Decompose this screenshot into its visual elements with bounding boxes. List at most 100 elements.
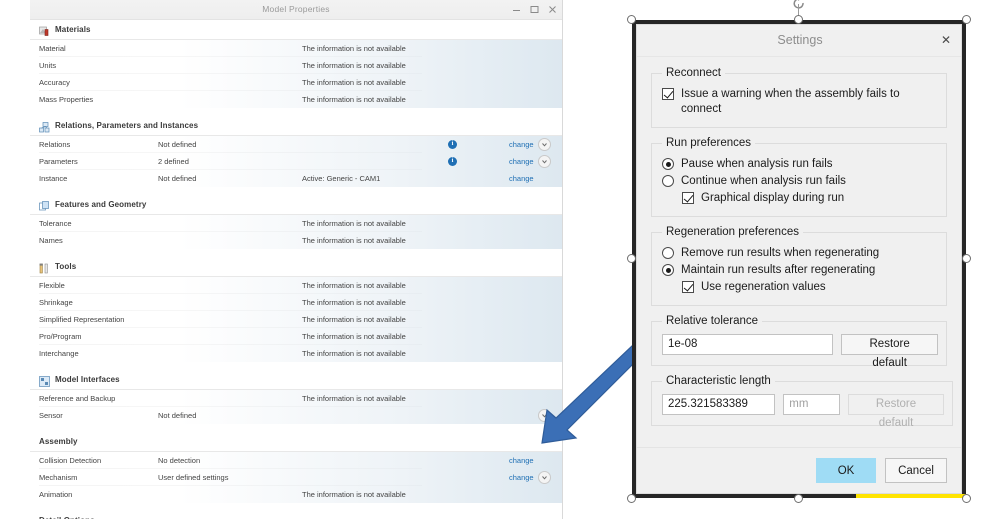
- table-row[interactable]: Simplified Representation The informatio…: [30, 311, 562, 328]
- model-properties-body: Materials Material The information is no…: [30, 20, 562, 519]
- row-value: 2 defined: [158, 157, 189, 166]
- section-header-tools: Tools: [30, 257, 562, 277]
- resize-handle-top-left[interactable]: [627, 15, 636, 24]
- maximize-icon[interactable]: [526, 2, 542, 17]
- cancel-button[interactable]: Cancel: [885, 458, 947, 483]
- chevron-down-icon[interactable]: [538, 409, 551, 422]
- table-row[interactable]: Interchange The information is not avail…: [30, 345, 562, 362]
- radio-remove-run-results[interactable]: Remove run results when regenerating: [662, 246, 938, 261]
- group-relative-tolerance: Relative tolerance 1e-08 Restore default: [651, 315, 947, 369]
- info-icon[interactable]: i: [448, 157, 457, 166]
- table-row[interactable]: Units The information is not available: [30, 57, 562, 74]
- minimize-icon[interactable]: [508, 2, 524, 17]
- group-legend: Run preferences: [666, 137, 752, 149]
- characteristic-length-input[interactable]: 225.321583389: [662, 394, 776, 415]
- resize-handle-top-center[interactable]: [794, 15, 803, 24]
- radio-continue-when-fails[interactable]: Continue when analysis run fails: [662, 174, 938, 189]
- section-header-materials: Materials: [30, 20, 562, 40]
- table-row[interactable]: Collision Detection No detection change: [30, 452, 562, 469]
- row-value: The information is not available: [302, 236, 406, 245]
- checkbox-issue-warning[interactable]: Issue a warning when the assembly fails …: [662, 87, 938, 117]
- radio-pause-when-fails[interactable]: Pause when analysis run fails: [662, 157, 938, 172]
- checkbox-label: Use regeneration values: [701, 281, 826, 293]
- resize-handle-top-right[interactable]: [962, 15, 971, 24]
- row-name: Collision Detection: [39, 456, 102, 465]
- radio-icon[interactable]: [662, 175, 674, 187]
- table-row[interactable]: Pro/Program The information is not avail…: [30, 328, 562, 345]
- table-row[interactable]: Flexible The information is not availabl…: [30, 277, 562, 294]
- checkbox-use-regeneration-values[interactable]: Use regeneration values: [682, 280, 938, 295]
- row-value: The information is not available: [302, 219, 406, 228]
- restore-default-button-relative-tolerance[interactable]: Restore default: [841, 334, 938, 369]
- section-gap: [30, 249, 562, 257]
- table-row[interactable]: Instance Not defined Active: Generic - C…: [30, 170, 562, 187]
- settings-dialog-image-selection[interactable]: Settings ✕ Reconnect Issue a warning whe…: [627, 0, 971, 503]
- screen-root: Model Properties Materials Material The …: [0, 0, 999, 519]
- section-label: Relations, Parameters and Instances: [55, 121, 199, 130]
- chevron-down-icon[interactable]: [538, 138, 551, 151]
- table-row[interactable]: Animation The information is not availab…: [30, 486, 562, 503]
- ok-button[interactable]: OK: [816, 458, 876, 483]
- model-properties-window: Model Properties Materials Material The …: [30, 0, 563, 519]
- checkbox-icon[interactable]: [682, 192, 694, 204]
- characteristic-length-unit-input[interactable]: mm: [783, 394, 841, 415]
- radio-icon[interactable]: [662, 264, 674, 276]
- table-row[interactable]: Parameters 2 defined i change: [30, 153, 562, 170]
- resize-handle-bottom-left[interactable]: [627, 494, 636, 503]
- row-value: The information is not available: [302, 298, 406, 307]
- checkbox-icon[interactable]: [662, 88, 674, 100]
- checkbox-graphical-display[interactable]: Graphical display during run: [682, 191, 938, 206]
- highlight-stripe: [856, 494, 966, 498]
- row-value: Not defined: [158, 174, 197, 183]
- row-value: Not defined: [158, 411, 197, 420]
- close-icon[interactable]: ✕: [941, 25, 951, 56]
- section-header-features: Features and Geometry: [30, 195, 562, 215]
- close-icon[interactable]: [544, 2, 560, 17]
- row-value: The information is not available: [302, 44, 406, 53]
- radio-label: Maintain run results after regenerating: [681, 264, 876, 276]
- row-value: No detection: [158, 456, 201, 465]
- resize-handle-bottom-right[interactable]: [962, 494, 971, 503]
- rotate-icon: [793, 0, 804, 9]
- table-row[interactable]: Tolerance The information is not availab…: [30, 215, 562, 232]
- change-link[interactable]: change: [509, 174, 534, 183]
- change-link[interactable]: change: [509, 473, 534, 482]
- change-link[interactable]: change: [509, 157, 534, 166]
- info-icon[interactable]: i: [448, 140, 457, 149]
- row-name: Units: [39, 61, 57, 70]
- relative-tolerance-input[interactable]: 1e-08: [662, 334, 834, 355]
- radio-icon[interactable]: [662, 247, 674, 259]
- table-row[interactable]: Names The information is not available: [30, 232, 562, 249]
- model-properties-titlebar: Model Properties: [30, 0, 562, 20]
- chevron-down-icon[interactable]: [538, 471, 551, 484]
- radio-icon[interactable]: [662, 158, 674, 170]
- resize-handle-middle-left[interactable]: [627, 254, 636, 263]
- table-row[interactable]: Mass Properties The information is not a…: [30, 91, 562, 108]
- group-reconnect: Reconnect Issue a warning when the assem…: [651, 67, 947, 128]
- resize-handle-bottom-center[interactable]: [794, 494, 803, 503]
- tools-icon: [39, 261, 50, 274]
- table-row[interactable]: Sensor Not defined: [30, 407, 562, 424]
- row-value: User defined settings: [158, 473, 229, 482]
- table-row[interactable]: Relations Not defined i change: [30, 136, 562, 153]
- settings-dialog: Settings ✕ Reconnect Issue a warning whe…: [636, 24, 962, 494]
- group-legend: Reconnect: [666, 67, 721, 79]
- table-row[interactable]: Accuracy The information is not availabl…: [30, 74, 562, 91]
- checkbox-icon[interactable]: [682, 281, 694, 293]
- change-link[interactable]: change: [509, 140, 534, 149]
- change-link[interactable]: change: [509, 456, 534, 465]
- row-value: The information is not available: [302, 349, 406, 358]
- table-row[interactable]: Mechanism User defined settings change: [30, 469, 562, 486]
- table-row[interactable]: Material The information is not availabl…: [30, 40, 562, 57]
- resize-handle-middle-right[interactable]: [962, 254, 971, 263]
- group-characteristic-length: Characteristic length 225.321583389 mm R…: [651, 375, 953, 429]
- row-name: Simplified Representation: [39, 315, 125, 324]
- row-name: Interchange: [39, 349, 79, 358]
- chevron-down-icon[interactable]: [538, 155, 551, 168]
- row-name: Names: [39, 236, 63, 245]
- table-row[interactable]: Reference and Backup The information is …: [30, 390, 562, 407]
- table-row[interactable]: Shrinkage The information is not availab…: [30, 294, 562, 311]
- relative-tolerance-row: 1e-08 Restore default: [662, 334, 938, 369]
- features-icon: [39, 199, 50, 211]
- radio-maintain-run-results[interactable]: Maintain run results after regenerating: [662, 263, 938, 278]
